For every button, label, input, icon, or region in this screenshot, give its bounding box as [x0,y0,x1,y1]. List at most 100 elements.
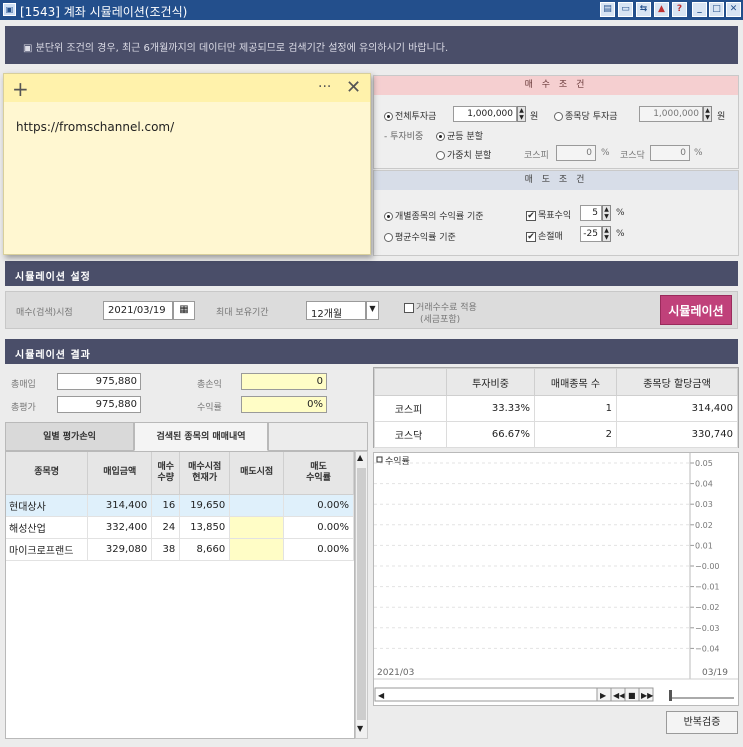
alloc-market: 코스닥 [374,421,447,448]
y-axis: 0.05 0.04 0.03 0.02 0.01 −0.00 −0.01 −0.02 −0.03… [374,453,720,679]
max-hold-select[interactable]: 12개월 [306,301,366,320]
alloc-weight: 33.33% [446,395,535,422]
table-row[interactable]: 코스피 33.33% 1 314,400 [374,395,738,422]
sell-conditions-panel: 매 도 조 건 개별종목의 수익률 기준 평균수익률 기준 ✔ 목표수익 5 ▲ ▼… [373,170,739,256]
close-note-icon[interactable]: ✕ [346,77,361,98]
cell-return: 0.00% [283,516,354,539]
maximize-button[interactable]: □ [709,2,724,17]
table-row[interactable]: 코스닥 66.67% 2 330,740 [374,421,738,448]
chart-scrollbar[interactable] [374,687,598,702]
total-invest-input[interactable]: 1,000,000 [453,106,517,122]
target-return-checkbox[interactable]: ✔ 목표수익 [526,208,571,221]
rewind-icon[interactable]: ◀◀ [613,691,626,700]
results-summary: 총매입 975,880 총평가 975,880 총손익 0 수익률 0% [5,367,368,423]
alloc-count: 2 [534,421,617,448]
stop-loss-spinner[interactable]: ▲ ▼ [602,226,611,242]
per-stock-spinner[interactable]: ▲ ▼ [703,106,712,122]
average-return-radio[interactable]: 평균수익률 기준 [384,230,456,243]
help-icon[interactable]: ? [672,2,687,17]
cell-qty: 38 [151,538,181,561]
minimize-button[interactable]: _ [692,2,707,17]
total-eval-label: 총평가 [11,403,36,413]
legend-label: 수익률 [385,455,410,467]
col-sell-time[interactable]: 매도시점 [229,452,285,495]
more-icon[interactable]: ··· [318,79,331,95]
cell-return: 0.00% [283,494,354,517]
add-note-icon[interactable]: + [12,77,29,101]
y-tick-label: −0.04 [695,644,720,653]
window-titlebar: ▣ [1543] 계좌 시뮬레이션(조건식) ▤ ▭ ⇆ ▲ ? _ □ ✕ [0,0,743,20]
sticky-note[interactable]: + ··· ✕ https://fromschannel.com/ [3,73,371,255]
cell-qty: 24 [151,516,181,539]
total-pl-label: 총손익 [197,380,222,390]
scroll-down-icon[interactable]: ▼ [357,724,363,733]
alloc-amount: 330,740 [616,421,738,448]
cell-price: 19,650 [179,494,231,517]
stop-loss-checkbox[interactable]: ✔ 손절매 [526,229,563,242]
return-chart[interactable]: 수익률 0.05 0.04 0.03 0.02 0.01 −0.00 −0.01 −0.02 −… [373,452,739,706]
target-return-input[interactable]: 5 [580,205,602,221]
zoom-slider-thumb[interactable] [669,690,672,701]
legend-swatch [376,456,383,463]
chevron-down-icon[interactable]: ▼ [366,301,379,320]
kospi-label: 코스피 [524,151,549,161]
alert-icon[interactable]: ▲ [654,2,669,17]
window-icon[interactable]: ▭ [618,2,633,17]
tab-trade-history[interactable]: 검색된 종목의 매매내역 [134,422,268,451]
fee-sub-label: (세금포함) [420,315,461,325]
col-name[interactable]: 종목명 [6,452,89,495]
kospi-weight-input[interactable]: 0 [556,145,596,161]
scroll-right-icon[interactable]: ▶ [600,691,607,700]
alloc-col-count: 매매종목 수 [534,368,617,396]
total-buy-value: 975,880 [57,373,141,390]
cell-qty: 16 [151,494,181,517]
link-icon[interactable]: ⇆ [636,2,651,17]
sticky-note-bar[interactable] [4,74,370,102]
col-buy-amount[interactable]: 매입금액 [87,452,153,495]
buy-date-label: 매수(검색)시점 [16,308,73,318]
cell-return: 0.00% [283,538,354,561]
forward-icon[interactable]: ▶▶ [641,691,654,700]
buy-conditions-panel: 매 수 조 건 전체투자금 1,000,000 ▲ ▼ 원 종목당 투자금 1,0… [373,75,739,169]
trade-table-scrollbar[interactable]: ▲ ▼ [355,451,368,739]
sticky-note-text[interactable]: https://fromschannel.com/ [16,120,174,134]
total-invest-spinner[interactable]: ▲ ▼ [517,106,526,122]
table-row[interactable]: 해성산업 332,400 24 13,850 0.00% [6,516,354,539]
kosdaq-weight-input[interactable]: 0 [650,145,690,161]
table-row[interactable]: 마이크로프랜드 329,080 38 8,660 0.00% [6,538,354,561]
target-return-spinner[interactable]: ▲ ▼ [602,205,611,221]
col-buy-price[interactable]: 매수시점 현재가 [179,452,231,495]
per-stock-input[interactable]: 1,000,000 [639,106,703,122]
individual-return-radio[interactable]: 개별종목의 수익률 기준 [384,209,484,222]
stop-icon[interactable]: ■ [628,691,636,700]
cell-buy-amount: 314,400 [87,494,153,517]
col-buy-qty[interactable]: 매수 수량 [151,452,181,495]
tab-daily-pl[interactable]: 일별 평가손익 [5,422,134,451]
buy-date-input[interactable]: 2021/03/19 [103,301,173,320]
max-hold-label: 최대 보유기간 [216,308,269,318]
per-stock-radio[interactable]: 종목당 투자금 [554,109,618,122]
scroll-left-icon[interactable]: ◀ [378,691,385,700]
calendar-icon[interactable]: ▦ [173,301,195,320]
won-unit-2: 원 [717,112,726,122]
cell-sell-time [229,494,285,517]
cell-name: 해성산업 [6,516,89,539]
table-row[interactable]: 현대상사 314,400 16 19,650 0.00% [6,494,354,517]
y-tick-label: 0.04 [695,480,713,489]
scrollbar-thumb[interactable] [357,468,366,720]
total-invest-radio[interactable]: 전체투자금 [384,109,436,122]
close-button[interactable]: ✕ [726,2,741,17]
y-tick-label: 0.01 [695,541,713,550]
run-simulation-button[interactable]: 시뮬레이션 [660,295,732,325]
equal-split-radio[interactable]: 균등 분할 [436,129,483,142]
layout-icon[interactable]: ▤ [600,2,615,17]
scroll-up-icon[interactable]: ▲ [357,453,363,462]
cell-buy-amount: 332,400 [87,516,153,539]
col-sell-return[interactable]: 매도 수익률 [283,452,354,495]
weight-label: - 투자비중 [384,132,424,142]
repeat-verify-button[interactable]: 반복검증 [666,711,738,734]
alloc-count: 1 [534,395,617,422]
weighted-split-radio[interactable]: 가중치 분할 [436,148,491,161]
stop-loss-input[interactable]: -25 [580,226,602,242]
cell-name: 마이크로프랜드 [6,538,89,561]
